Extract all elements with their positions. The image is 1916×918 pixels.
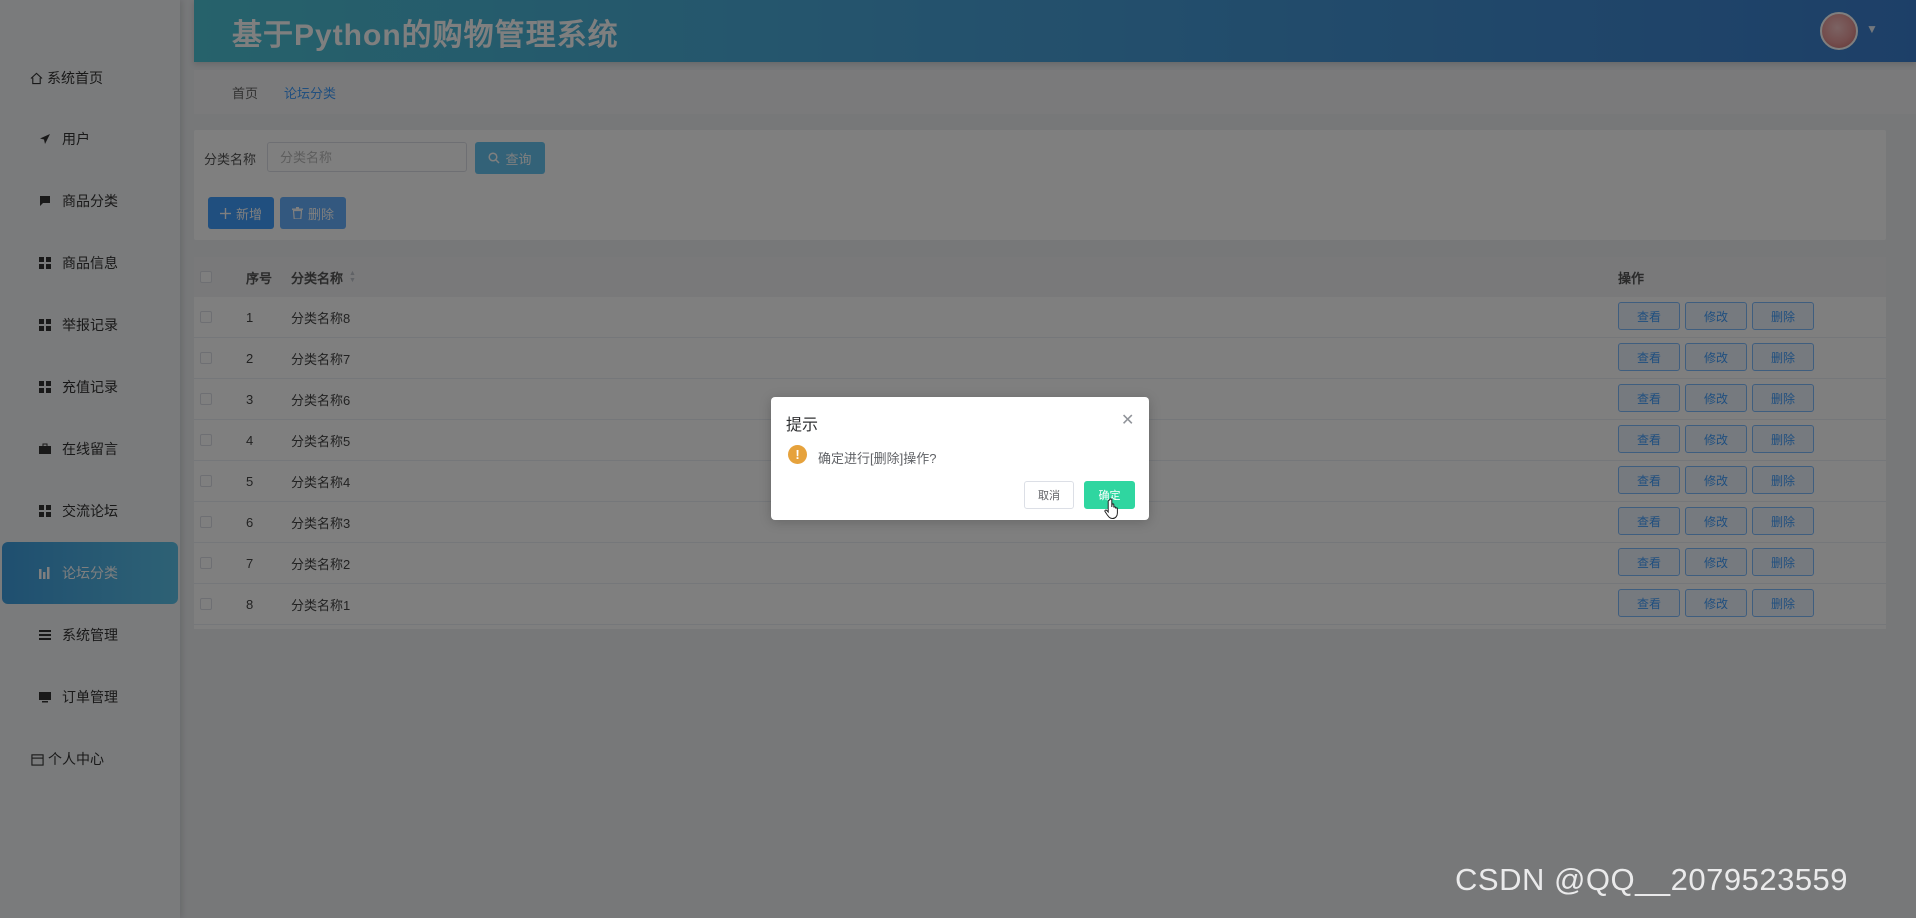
- warning-icon: !: [788, 445, 807, 464]
- close-icon[interactable]: ✕: [1121, 410, 1134, 430]
- dialog-title: 提示: [786, 417, 819, 434]
- cancel-button[interactable]: 取消: [1024, 481, 1074, 509]
- hand-pointer-icon: [1104, 498, 1122, 525]
- app-root: 系统首页 用户 商品分类 商品信息 举报记录: [0, 0, 1916, 918]
- watermark: CSDN @QQ__2079523559: [1455, 862, 1849, 897]
- confirm-dialog: 提示 ✕ ! 确定进行[删除]操作? 取消 确定: [771, 397, 1149, 520]
- dialog-message: 确定进行[删除]操作?: [818, 451, 937, 466]
